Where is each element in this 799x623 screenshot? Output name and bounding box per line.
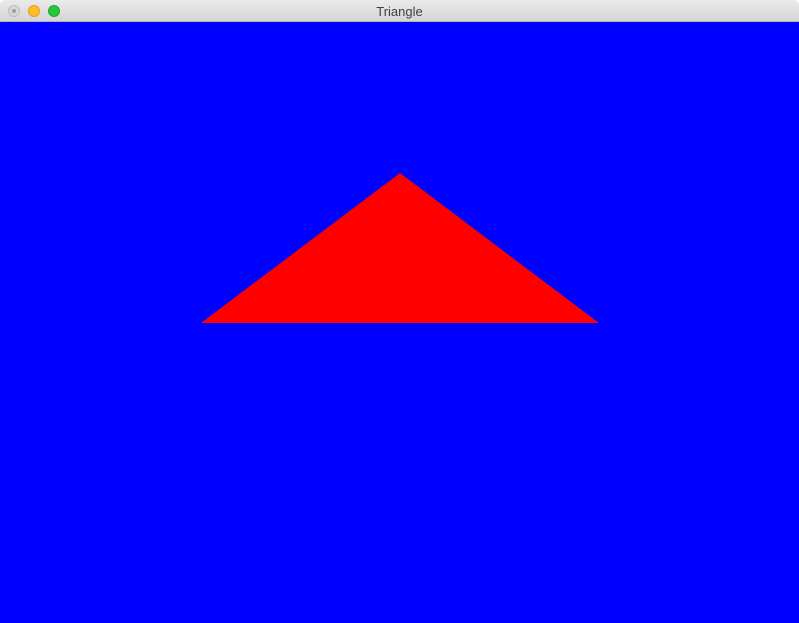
title-bar[interactable]: Triangle (0, 0, 799, 22)
app-window: Triangle (0, 0, 799, 623)
render-canvas (0, 22, 799, 623)
render-surface (201, 173, 599, 323)
red-triangle (201, 173, 599, 323)
window-title: Triangle (376, 4, 423, 19)
